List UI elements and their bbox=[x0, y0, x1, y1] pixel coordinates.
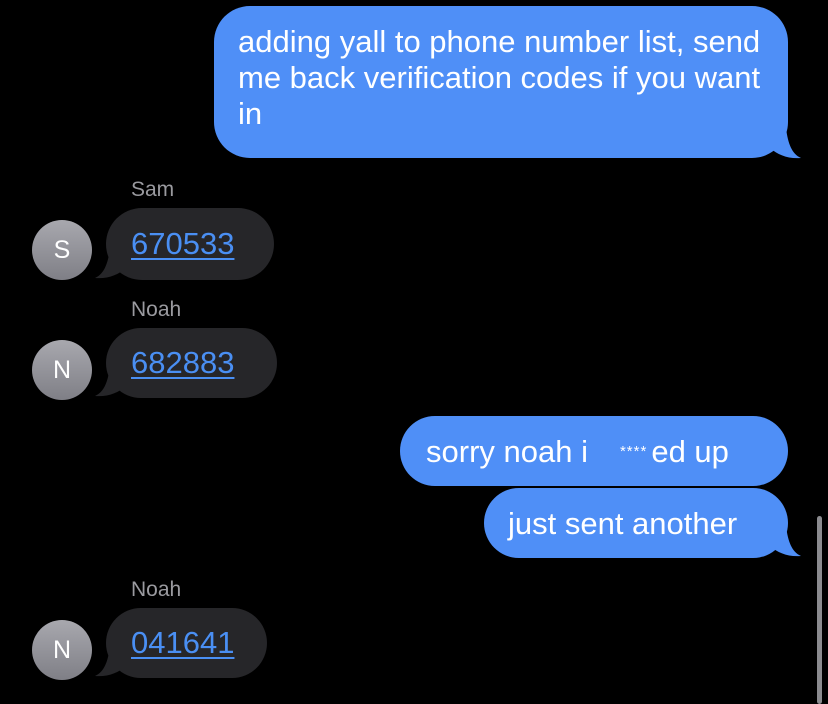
outgoing-message-bubble[interactable]: sorry noah i **** ed up bbox=[400, 416, 788, 486]
incoming-message-bubble[interactable]: 682883 bbox=[106, 328, 277, 398]
message-text: just sent another bbox=[508, 506, 738, 541]
bubble-tail bbox=[95, 366, 126, 397]
outgoing-message-bubble[interactable]: just sent another bbox=[484, 488, 788, 558]
bubble-tail bbox=[770, 526, 801, 557]
avatar[interactable]: S bbox=[32, 220, 92, 280]
avatar[interactable]: N bbox=[32, 620, 92, 680]
bubble-tail bbox=[95, 646, 126, 677]
sender-name: Noah bbox=[131, 298, 182, 321]
message-text: ed up bbox=[651, 434, 729, 469]
sender-name: Noah bbox=[131, 578, 182, 601]
sender-name: Sam bbox=[131, 178, 175, 201]
bubble-tail bbox=[770, 128, 801, 159]
outgoing-message-bubble[interactable]: adding yall to phone number list, send m… bbox=[214, 6, 788, 158]
verification-code-link[interactable]: 670533 bbox=[131, 226, 234, 261]
incoming-message-bubble[interactable]: 041641 bbox=[106, 608, 267, 678]
verification-code-link[interactable]: 682883 bbox=[131, 345, 234, 380]
incoming-message-bubble[interactable]: 670533 bbox=[106, 208, 274, 280]
bubble-tail bbox=[95, 248, 126, 279]
avatar[interactable]: N bbox=[32, 340, 92, 400]
message-text: adding yall to phone number list, send m… bbox=[238, 24, 761, 131]
verification-code-link[interactable]: 041641 bbox=[131, 625, 234, 660]
message-text: sorry noah i bbox=[426, 434, 588, 469]
censored-text: **** bbox=[619, 443, 648, 460]
scrollbar[interactable] bbox=[817, 516, 822, 704]
